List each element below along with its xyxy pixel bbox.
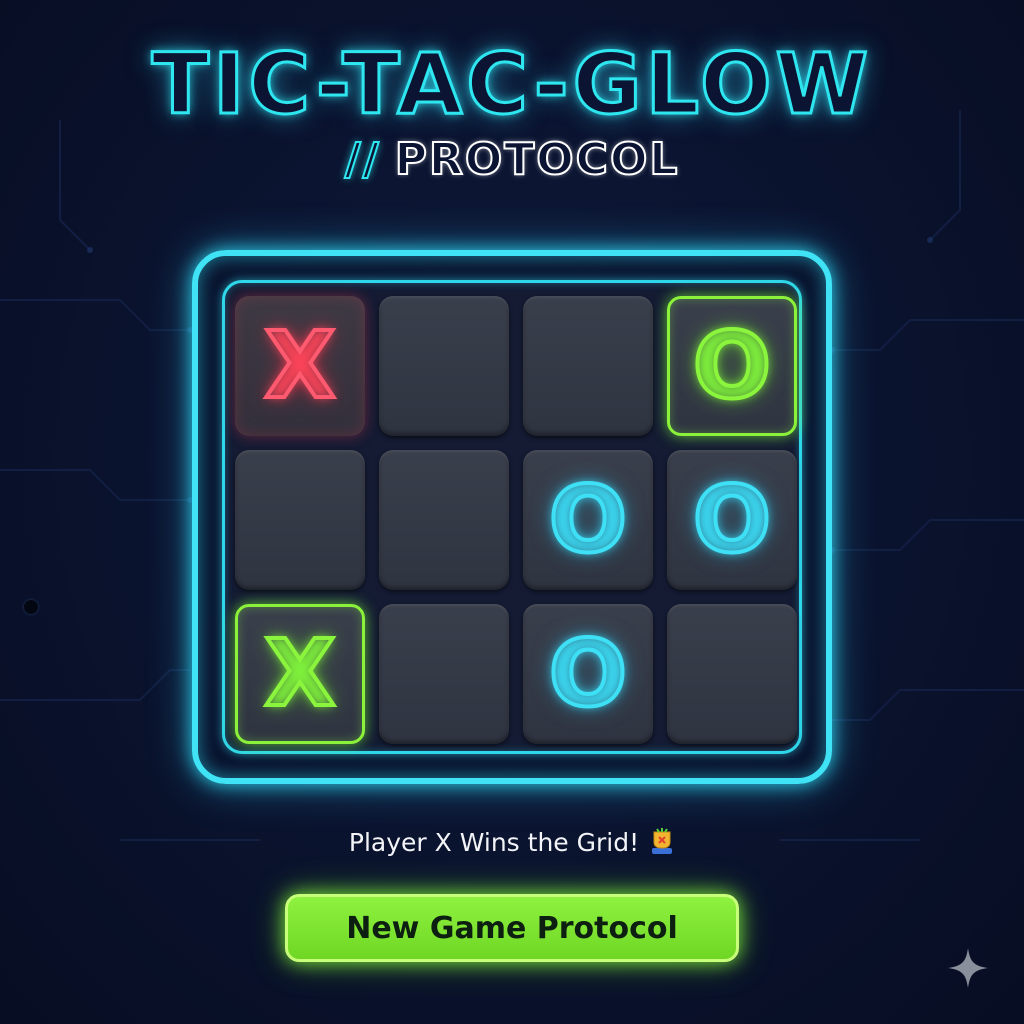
board-cell-r2-c3[interactable]: O [523,450,653,590]
board-cell-r1-c4[interactable]: O [667,296,797,436]
decorative-dot [24,600,38,614]
board-cell-r3-c2[interactable] [379,604,509,744]
status-text: Player X Wins the Grid! [348,828,640,857]
status-message: Player X Wins the Grid! [0,828,1024,858]
o-mark: O [547,466,629,573]
x-mark: X [263,620,338,727]
subtitle-word: PROTOCOL [394,134,680,185]
o-mark: O [691,312,773,419]
board-cell-r3-c4[interactable] [667,604,797,744]
trophy-icon [652,828,673,854]
x-mark: X [263,312,338,419]
board-cell-r3-c3[interactable]: O [523,604,653,744]
subtitle-slashes: // [344,134,381,185]
new-game-button[interactable]: New Game Protocol [285,894,739,962]
game-title: TIC-TAC-GLOW [150,35,873,133]
board-cell-r1-c1[interactable]: X [235,296,365,436]
board-cell-r3-c1[interactable]: X [235,604,365,744]
game-board: XOOOXO [222,280,802,754]
board-cell-r2-c2[interactable] [379,450,509,590]
game-board-frame: XOOOXO [192,250,832,784]
board-cell-r1-c2[interactable] [379,296,509,436]
o-mark: O [547,620,629,727]
sparkle-icon [948,948,988,988]
board-cell-r2-c1[interactable] [235,450,365,590]
board-cell-r2-c4[interactable]: O [667,450,797,590]
o-mark: O [691,466,773,573]
game-subtitle: // PROTOCOL [0,137,1024,183]
board-cell-r1-c3[interactable] [523,296,653,436]
